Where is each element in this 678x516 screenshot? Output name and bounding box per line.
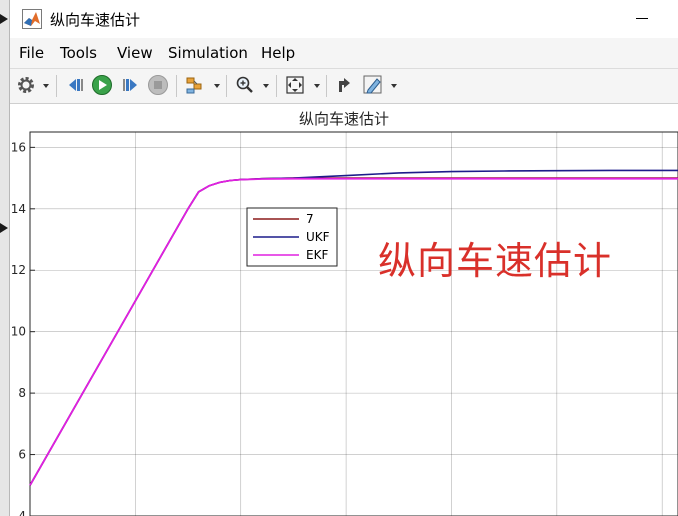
red-annotation-text: 纵向车速估计 bbox=[378, 239, 613, 283]
left-window-edge bbox=[0, 0, 10, 516]
y-tick-label: 4 bbox=[18, 509, 26, 516]
menu-file[interactable]: File bbox=[19, 44, 44, 62]
fit-dropdown-caret-icon[interactable] bbox=[314, 84, 320, 88]
port-arrow-icon bbox=[0, 223, 8, 233]
zoom-icon[interactable] bbox=[234, 74, 256, 96]
scope-window: 纵向车速估计 File Tools View Simulation Help 纵… bbox=[0, 0, 678, 516]
menu-view[interactable]: View bbox=[117, 44, 153, 62]
toolbar-separator bbox=[176, 75, 177, 97]
plot-area[interactable]: 4 6 8 10 12 14 16 7 UKF EKF bbox=[10, 104, 678, 516]
minimize-icon[interactable] bbox=[636, 18, 648, 19]
y-tick-label: 12 bbox=[11, 263, 26, 277]
step-forward-icon[interactable] bbox=[119, 74, 141, 96]
y-tick-label: 6 bbox=[18, 448, 26, 462]
toolbar-separator bbox=[226, 75, 227, 97]
menu-help[interactable]: Help bbox=[261, 44, 295, 62]
zoom-dropdown-caret-icon[interactable] bbox=[263, 84, 269, 88]
stop-icon[interactable] bbox=[147, 74, 169, 96]
menu-tools[interactable]: Tools bbox=[60, 44, 97, 62]
fit-to-view-icon[interactable] bbox=[284, 74, 306, 96]
step-back-icon[interactable] bbox=[65, 74, 87, 96]
axes-box bbox=[29, 131, 678, 516]
toolbar-separator bbox=[326, 75, 327, 97]
toolbar-separator bbox=[276, 75, 277, 97]
y-tick-label: 16 bbox=[11, 140, 26, 154]
legend-label-ekf: EKF bbox=[306, 248, 328, 262]
port-arrow-icon bbox=[0, 14, 8, 24]
window-title: 纵向车速估计 bbox=[50, 11, 141, 29]
signal-dropdown-caret-icon[interactable] bbox=[214, 84, 220, 88]
y-tick-label: 8 bbox=[18, 386, 26, 400]
matlab-logo-icon bbox=[22, 9, 42, 29]
style-icon[interactable] bbox=[334, 74, 356, 96]
edit-icon[interactable] bbox=[362, 74, 384, 96]
signal-selector-icon[interactable] bbox=[184, 74, 206, 96]
run-icon[interactable] bbox=[91, 74, 113, 96]
menu-bar: File Tools View Simulation Help bbox=[10, 38, 678, 69]
y-tick-label: 10 bbox=[11, 325, 26, 339]
scope-figure: 纵向车速估计 4 6 8 10 12 14 16 7 UKF EKF 纵向车速估计 bbox=[10, 104, 678, 516]
legend-label-ukf: UKF bbox=[306, 230, 330, 244]
edit-dropdown-caret-icon[interactable] bbox=[391, 84, 397, 88]
toolbar bbox=[10, 69, 678, 104]
y-tick-label: 14 bbox=[11, 202, 26, 216]
settings-gear-icon[interactable] bbox=[15, 74, 37, 96]
legend-label-7: 7 bbox=[306, 212, 314, 226]
settings-dropdown-caret-icon[interactable] bbox=[43, 84, 49, 88]
toolbar-separator bbox=[56, 75, 57, 97]
menu-simulation[interactable]: Simulation bbox=[168, 44, 248, 62]
title-bar[interactable]: 纵向车速估计 bbox=[10, 0, 678, 38]
